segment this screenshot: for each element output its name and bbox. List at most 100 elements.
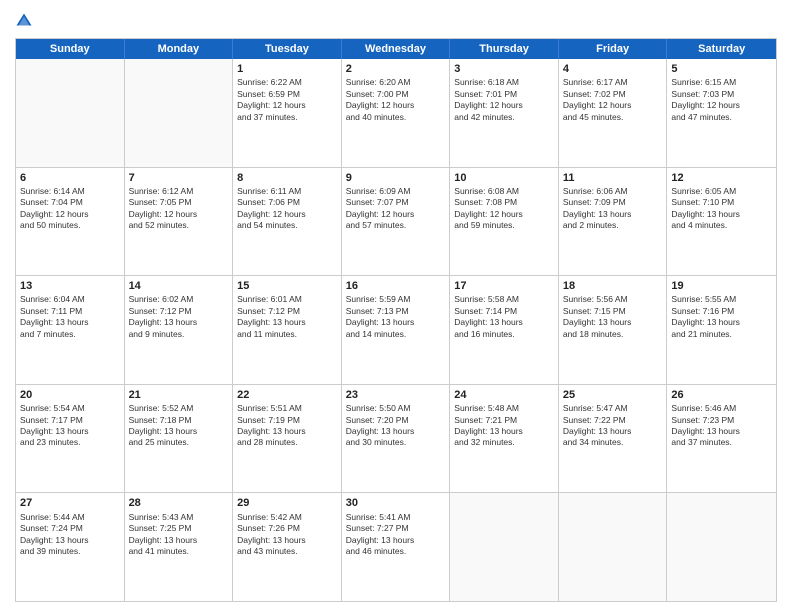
cell-info: Sunrise: 5:58 AM Sunset: 7:14 PM Dayligh… bbox=[454, 294, 554, 340]
cell-day-number: 2 bbox=[346, 62, 446, 76]
calendar-header: SundayMondayTuesdayWednesdayThursdayFrid… bbox=[16, 39, 776, 59]
cell-info: Sunrise: 6:17 AM Sunset: 7:02 PM Dayligh… bbox=[563, 77, 663, 123]
cell-info: Sunrise: 5:55 AM Sunset: 7:16 PM Dayligh… bbox=[671, 294, 772, 340]
cell-info: Sunrise: 5:59 AM Sunset: 7:13 PM Dayligh… bbox=[346, 294, 446, 340]
calendar-cell: 28 Sunrise: 5:43 AM Sunset: 7:25 PM Dayli… bbox=[125, 493, 234, 601]
calendar-cell: 9Sunrise: 6:09 AM Sunset: 7:07 PM Daylig… bbox=[342, 168, 451, 276]
calendar-cell: 8Sunrise: 6:11 AM Sunset: 7:06 PM Daylig… bbox=[233, 168, 342, 276]
calendar-row-0: 1Sunrise: 6:22 AM Sunset: 6:59 PM Daylig… bbox=[16, 59, 776, 167]
cell-info: Sunrise: 5:42 AM Sunset: 7:26 PM Dayligh… bbox=[237, 512, 337, 558]
cell-info: Sunrise: 6:01 AM Sunset: 7:12 PM Dayligh… bbox=[237, 294, 337, 340]
cell-info: Sunrise: 6:02 AM Sunset: 7:12 PM Dayligh… bbox=[129, 294, 229, 340]
cell-day-number: 26 bbox=[671, 388, 772, 402]
cell-info: Sunrise: 6:06 AM Sunset: 7:09 PM Dayligh… bbox=[563, 186, 663, 232]
cell-info: Sunrise: 6:12 AM Sunset: 7:05 PM Dayligh… bbox=[129, 186, 229, 232]
calendar-cell: 21Sunrise: 5:52 AM Sunset: 7:18 PM Dayli… bbox=[125, 385, 234, 493]
cell-info: Sunrise: 5:54 AM Sunset: 7:17 PM Dayligh… bbox=[20, 403, 120, 449]
calendar-cell: 25Sunrise: 5:47 AM Sunset: 7:22 PM Dayli… bbox=[559, 385, 668, 493]
cell-day-number: 22 bbox=[237, 388, 337, 402]
calendar-cell: 11Sunrise: 6:06 AM Sunset: 7:09 PM Dayli… bbox=[559, 168, 668, 276]
calendar-cell bbox=[559, 493, 668, 601]
calendar-cell: 6Sunrise: 6:14 AM Sunset: 7:04 PM Daylig… bbox=[16, 168, 125, 276]
cell-day-number: 5 bbox=[671, 62, 772, 76]
cell-info: Sunrise: 5:43 AM Sunset: 7:25 PM Dayligh… bbox=[129, 512, 229, 558]
calendar-cell: 29 Sunrise: 5:42 AM Sunset: 7:26 PM Dayli… bbox=[233, 493, 342, 601]
calendar-cell: 1Sunrise: 6:22 AM Sunset: 6:59 PM Daylig… bbox=[233, 59, 342, 167]
cell-day-number: 13 bbox=[20, 279, 120, 293]
calendar-cell: 10Sunrise: 6:08 AM Sunset: 7:08 PM Dayli… bbox=[450, 168, 559, 276]
calendar-cell: 3Sunrise: 6:18 AM Sunset: 7:01 PM Daylig… bbox=[450, 59, 559, 167]
calendar-cell: 12Sunrise: 6:05 AM Sunset: 7:10 PM Dayli… bbox=[667, 168, 776, 276]
calendar-cell: 17Sunrise: 5:58 AM Sunset: 7:14 PM Dayli… bbox=[450, 276, 559, 384]
calendar-cell: 19Sunrise: 5:55 AM Sunset: 7:16 PM Dayli… bbox=[667, 276, 776, 384]
cell-info: Sunrise: 6:20 AM Sunset: 7:00 PM Dayligh… bbox=[346, 77, 446, 123]
logo-icon bbox=[15, 12, 33, 30]
calendar-cell bbox=[667, 493, 776, 601]
calendar-cell: 13Sunrise: 6:04 AM Sunset: 7:11 PM Dayli… bbox=[16, 276, 125, 384]
calendar-cell: 27 Sunrise: 5:44 AM Sunset: 7:24 PM Dayli… bbox=[16, 493, 125, 601]
calendar-cell: 20Sunrise: 5:54 AM Sunset: 7:17 PM Dayli… bbox=[16, 385, 125, 493]
calendar-cell: 5Sunrise: 6:15 AM Sunset: 7:03 PM Daylig… bbox=[667, 59, 776, 167]
calendar-row-2: 13Sunrise: 6:04 AM Sunset: 7:11 PM Dayli… bbox=[16, 275, 776, 384]
header-day-friday: Friday bbox=[559, 39, 668, 59]
page: SundayMondayTuesdayWednesdayThursdayFrid… bbox=[0, 0, 792, 612]
cell-info: Sunrise: 5:44 AM Sunset: 7:24 PM Dayligh… bbox=[20, 512, 120, 558]
header-day-thursday: Thursday bbox=[450, 39, 559, 59]
cell-info: Sunrise: 5:51 AM Sunset: 7:19 PM Dayligh… bbox=[237, 403, 337, 449]
cell-day-number: 18 bbox=[563, 279, 663, 293]
calendar-cell: 15Sunrise: 6:01 AM Sunset: 7:12 PM Dayli… bbox=[233, 276, 342, 384]
calendar-cell bbox=[16, 59, 125, 167]
cell-day-number: 19 bbox=[671, 279, 772, 293]
header-day-saturday: Saturday bbox=[667, 39, 776, 59]
cell-day-number: 20 bbox=[20, 388, 120, 402]
calendar-cell: 4Sunrise: 6:17 AM Sunset: 7:02 PM Daylig… bbox=[559, 59, 668, 167]
header-day-monday: Monday bbox=[125, 39, 234, 59]
cell-info: Sunrise: 5:56 AM Sunset: 7:15 PM Dayligh… bbox=[563, 294, 663, 340]
header bbox=[15, 10, 777, 30]
logo bbox=[15, 10, 35, 30]
calendar-row-4: 27 Sunrise: 5:44 AM Sunset: 7:24 PM Dayli… bbox=[16, 492, 776, 601]
cell-info: Sunrise: 5:47 AM Sunset: 7:22 PM Dayligh… bbox=[563, 403, 663, 449]
calendar-cell: 30Sunrise: 5:41 AM Sunset: 7:27 PM Dayli… bbox=[342, 493, 451, 601]
cell-info: Sunrise: 6:11 AM Sunset: 7:06 PM Dayligh… bbox=[237, 186, 337, 232]
cell-day-number: 10 bbox=[454, 171, 554, 185]
cell-day-number: 14 bbox=[129, 279, 229, 293]
cell-day-number: 24 bbox=[454, 388, 554, 402]
cell-day-number: 9 bbox=[346, 171, 446, 185]
cell-info: Sunrise: 5:46 AM Sunset: 7:23 PM Dayligh… bbox=[671, 403, 772, 449]
cell-info: Sunrise: 6:22 AM Sunset: 6:59 PM Dayligh… bbox=[237, 77, 337, 123]
calendar-cell: 24Sunrise: 5:48 AM Sunset: 7:21 PM Dayli… bbox=[450, 385, 559, 493]
cell-info: Sunrise: 6:04 AM Sunset: 7:11 PM Dayligh… bbox=[20, 294, 120, 340]
cell-day-number: 27 bbox=[20, 496, 120, 510]
cell-day-number: 23 bbox=[346, 388, 446, 402]
cell-info: Sunrise: 5:41 AM Sunset: 7:27 PM Dayligh… bbox=[346, 512, 446, 558]
calendar-cell: 16Sunrise: 5:59 AM Sunset: 7:13 PM Dayli… bbox=[342, 276, 451, 384]
cell-info: Sunrise: 5:52 AM Sunset: 7:18 PM Dayligh… bbox=[129, 403, 229, 449]
cell-info: Sunrise: 6:05 AM Sunset: 7:10 PM Dayligh… bbox=[671, 186, 772, 232]
calendar-cell bbox=[450, 493, 559, 601]
cell-day-number: 11 bbox=[563, 171, 663, 185]
calendar-body: 1Sunrise: 6:22 AM Sunset: 6:59 PM Daylig… bbox=[16, 59, 776, 601]
cell-day-number: 25 bbox=[563, 388, 663, 402]
calendar-cell: 14Sunrise: 6:02 AM Sunset: 7:12 PM Dayli… bbox=[125, 276, 234, 384]
cell-info: Sunrise: 6:15 AM Sunset: 7:03 PM Dayligh… bbox=[671, 77, 772, 123]
cell-day-number: 28 bbox=[129, 496, 229, 510]
cell-day-number: 16 bbox=[346, 279, 446, 293]
cell-day-number: 4 bbox=[563, 62, 663, 76]
calendar-cell: 2Sunrise: 6:20 AM Sunset: 7:00 PM Daylig… bbox=[342, 59, 451, 167]
cell-day-number: 3 bbox=[454, 62, 554, 76]
cell-day-number: 1 bbox=[237, 62, 337, 76]
cell-day-number: 29 bbox=[237, 496, 337, 510]
calendar-cell: 18Sunrise: 5:56 AM Sunset: 7:15 PM Dayli… bbox=[559, 276, 668, 384]
calendar-cell: 22Sunrise: 5:51 AM Sunset: 7:19 PM Dayli… bbox=[233, 385, 342, 493]
calendar-cell: 7Sunrise: 6:12 AM Sunset: 7:05 PM Daylig… bbox=[125, 168, 234, 276]
cell-info: Sunrise: 6:08 AM Sunset: 7:08 PM Dayligh… bbox=[454, 186, 554, 232]
header-day-sunday: Sunday bbox=[16, 39, 125, 59]
header-day-wednesday: Wednesday bbox=[342, 39, 451, 59]
cell-day-number: 6 bbox=[20, 171, 120, 185]
cell-day-number: 15 bbox=[237, 279, 337, 293]
cell-day-number: 17 bbox=[454, 279, 554, 293]
calendar-row-3: 20Sunrise: 5:54 AM Sunset: 7:17 PM Dayli… bbox=[16, 384, 776, 493]
cell-day-number: 12 bbox=[671, 171, 772, 185]
calendar-cell: 26Sunrise: 5:46 AM Sunset: 7:23 PM Dayli… bbox=[667, 385, 776, 493]
